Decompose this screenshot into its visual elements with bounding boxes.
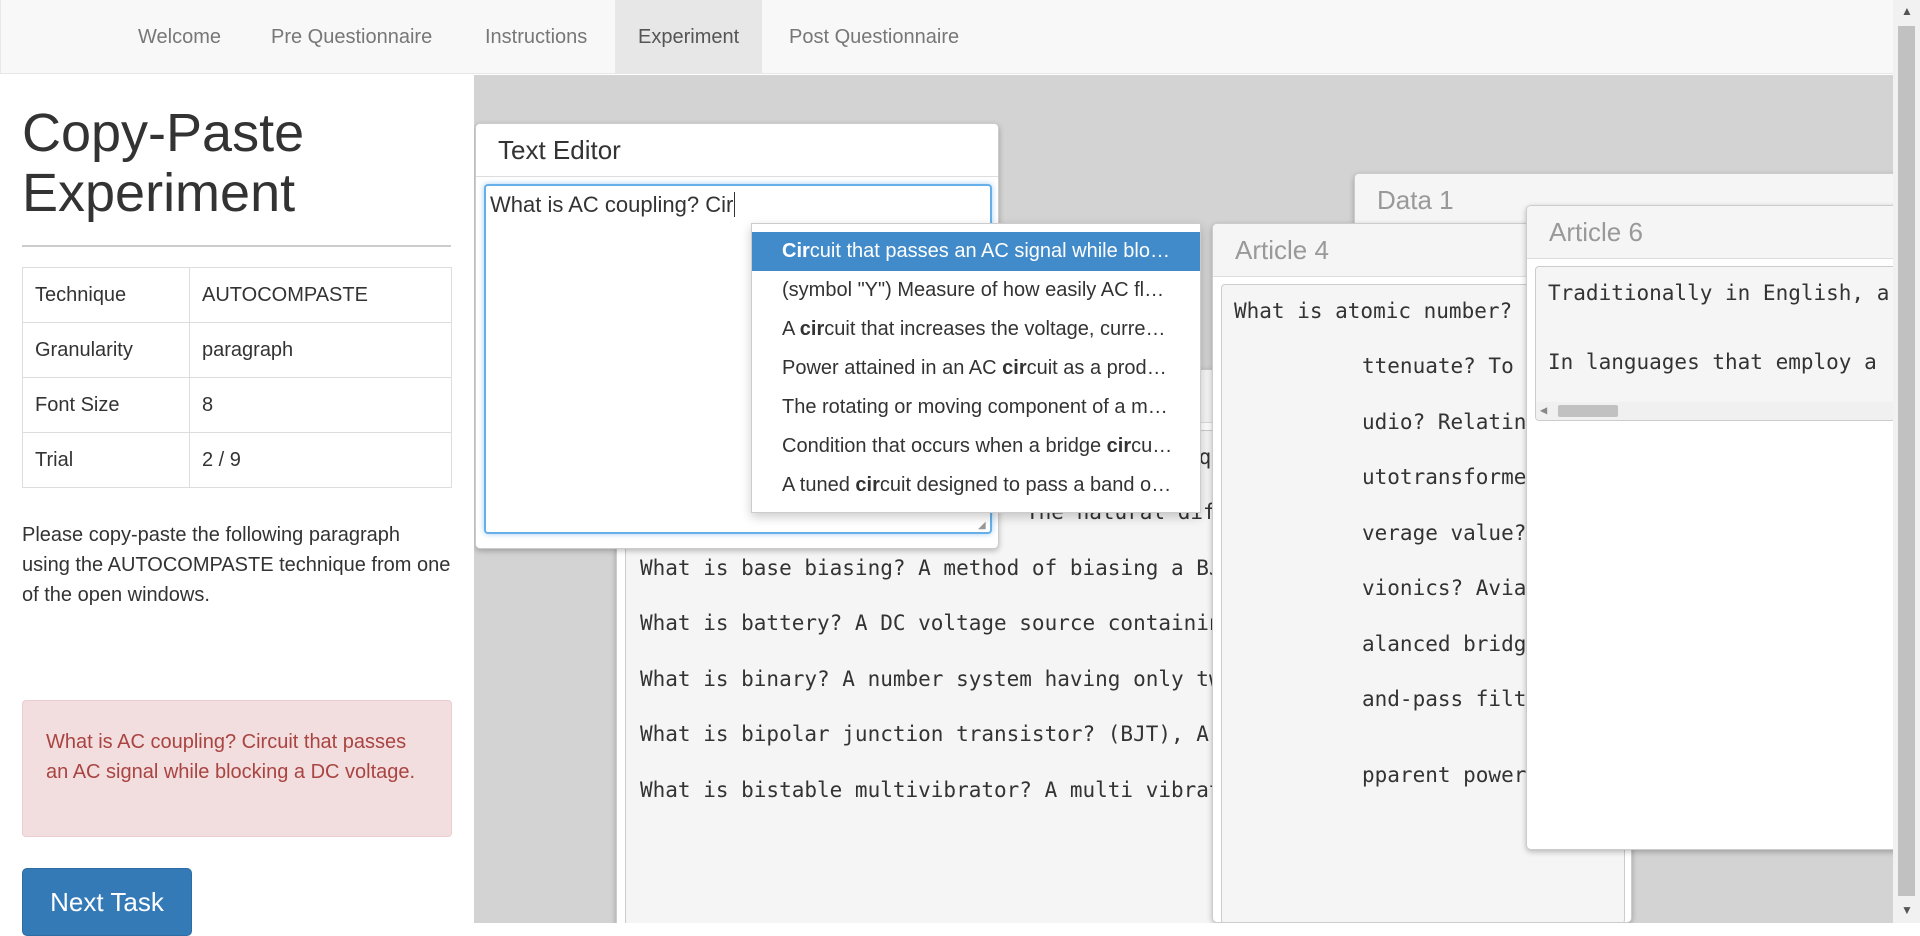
suggestion-item[interactable]: Condition that occurs when a bridge circ… [752, 427, 1200, 466]
scrollbar-thumb[interactable] [1898, 26, 1915, 896]
divider [22, 245, 451, 247]
text-line: verage value? [1362, 521, 1527, 545]
text-line: In languages that employ a [1548, 350, 1877, 374]
scroll-up-arrow-icon[interactable]: ▲ [1901, 4, 1913, 18]
suggestion-item[interactable]: Circuit that passes an AC signal while b… [752, 232, 1200, 271]
text-cursor [734, 192, 736, 217]
scrollbar-thumb[interactable] [1558, 405, 1618, 417]
text-line: Traditionally in English, a [1548, 281, 1890, 305]
tab-experiment[interactable]: Experiment [615, 0, 763, 74]
sidebar: Copy-Paste Experiment Technique AUTOCOMPA… [0, 75, 474, 936]
trial-info-table: Technique AUTOCOMPASTE Granularity paragra… [22, 267, 452, 488]
page-title: Copy-Paste Experiment [22, 103, 305, 223]
top-nav: Welcome Pre Questionnaire Instructions E… [0, 0, 1893, 74]
window-article-6[interactable]: Article 6 Traditionally in English, a In… [1526, 205, 1893, 850]
horizontal-scrollbar[interactable]: ◀ [1536, 402, 1893, 420]
suggestion-item[interactable]: Power attained in an AC circuit as a pro… [752, 349, 1200, 388]
resize-grip-icon[interactable]: ◢ [978, 520, 988, 531]
window-text-area[interactable]: Traditionally in English, a In languages… [1535, 266, 1893, 421]
editor-text: What is AC coupling? Cir [490, 192, 734, 217]
row-value: 2 / 9 [189, 432, 452, 488]
instructions-text: Please copy-paste the following paragrap… [22, 524, 451, 606]
row-value: 8 [189, 377, 452, 433]
text-line: and-pass filt [1362, 687, 1527, 711]
table-row: Trial 2 / 9 [22, 432, 452, 488]
text-line: alanced bridg [1362, 632, 1527, 656]
scroll-left-arrow-icon[interactable]: ◀ [1540, 403, 1547, 417]
row-value: paragraph [189, 322, 452, 378]
scroll-down-arrow-icon[interactable]: ▼ [1901, 903, 1913, 917]
suggestion-item[interactable]: The rotating or moving component of a mo… [752, 388, 1200, 427]
suggestion-item[interactable]: A circuit that increases the voltage, cu… [752, 310, 1200, 349]
text-line: What is bistable multivibrator? A multi … [640, 778, 1311, 802]
table-row: Technique AUTOCOMPASTE [22, 267, 452, 323]
tab-pre-questionnaire[interactable]: Pre Questionnaire [248, 0, 455, 74]
text-line: What is atomic number? [1234, 299, 1513, 323]
text-line: ttenuate? To [1362, 354, 1514, 378]
window-title[interactable]: Text Editor [476, 124, 998, 177]
tab-post-questionnaire[interactable]: Post Questionnaire [766, 0, 982, 74]
tab-instructions[interactable]: Instructions [462, 0, 610, 74]
text-line: utotransforme [1362, 465, 1527, 489]
table-row: Font Size 8 [22, 377, 452, 433]
target-paragraph-alert: What is AC coupling? Circuit that passes… [22, 700, 452, 837]
tab-welcome[interactable]: Welcome [115, 0, 244, 74]
suggestion-item[interactable]: (symbol "Y") Measure of how easily AC fl… [752, 271, 1200, 310]
page-scrollbar[interactable]: ▲ ▼ [1893, 0, 1920, 923]
row-key: Technique [22, 267, 190, 323]
text-line: vionics? Avia [1362, 576, 1527, 600]
row-key: Font Size [22, 377, 190, 433]
row-key: Granularity [22, 322, 190, 378]
table-row: Granularity paragraph [22, 322, 452, 378]
next-task-button[interactable]: Next Task [22, 868, 192, 936]
text-line: udio? Relatin [1362, 410, 1527, 434]
suggestion-item[interactable]: A tuned circuit designed to pass a band … [752, 466, 1200, 505]
window-title[interactable]: Article 6 [1527, 206, 1893, 259]
row-value: AUTOCOMPASTE [189, 267, 452, 323]
row-key: Trial [22, 432, 190, 488]
autocomplete-dropdown: Circuit that passes an AC signal while b… [751, 223, 1201, 513]
